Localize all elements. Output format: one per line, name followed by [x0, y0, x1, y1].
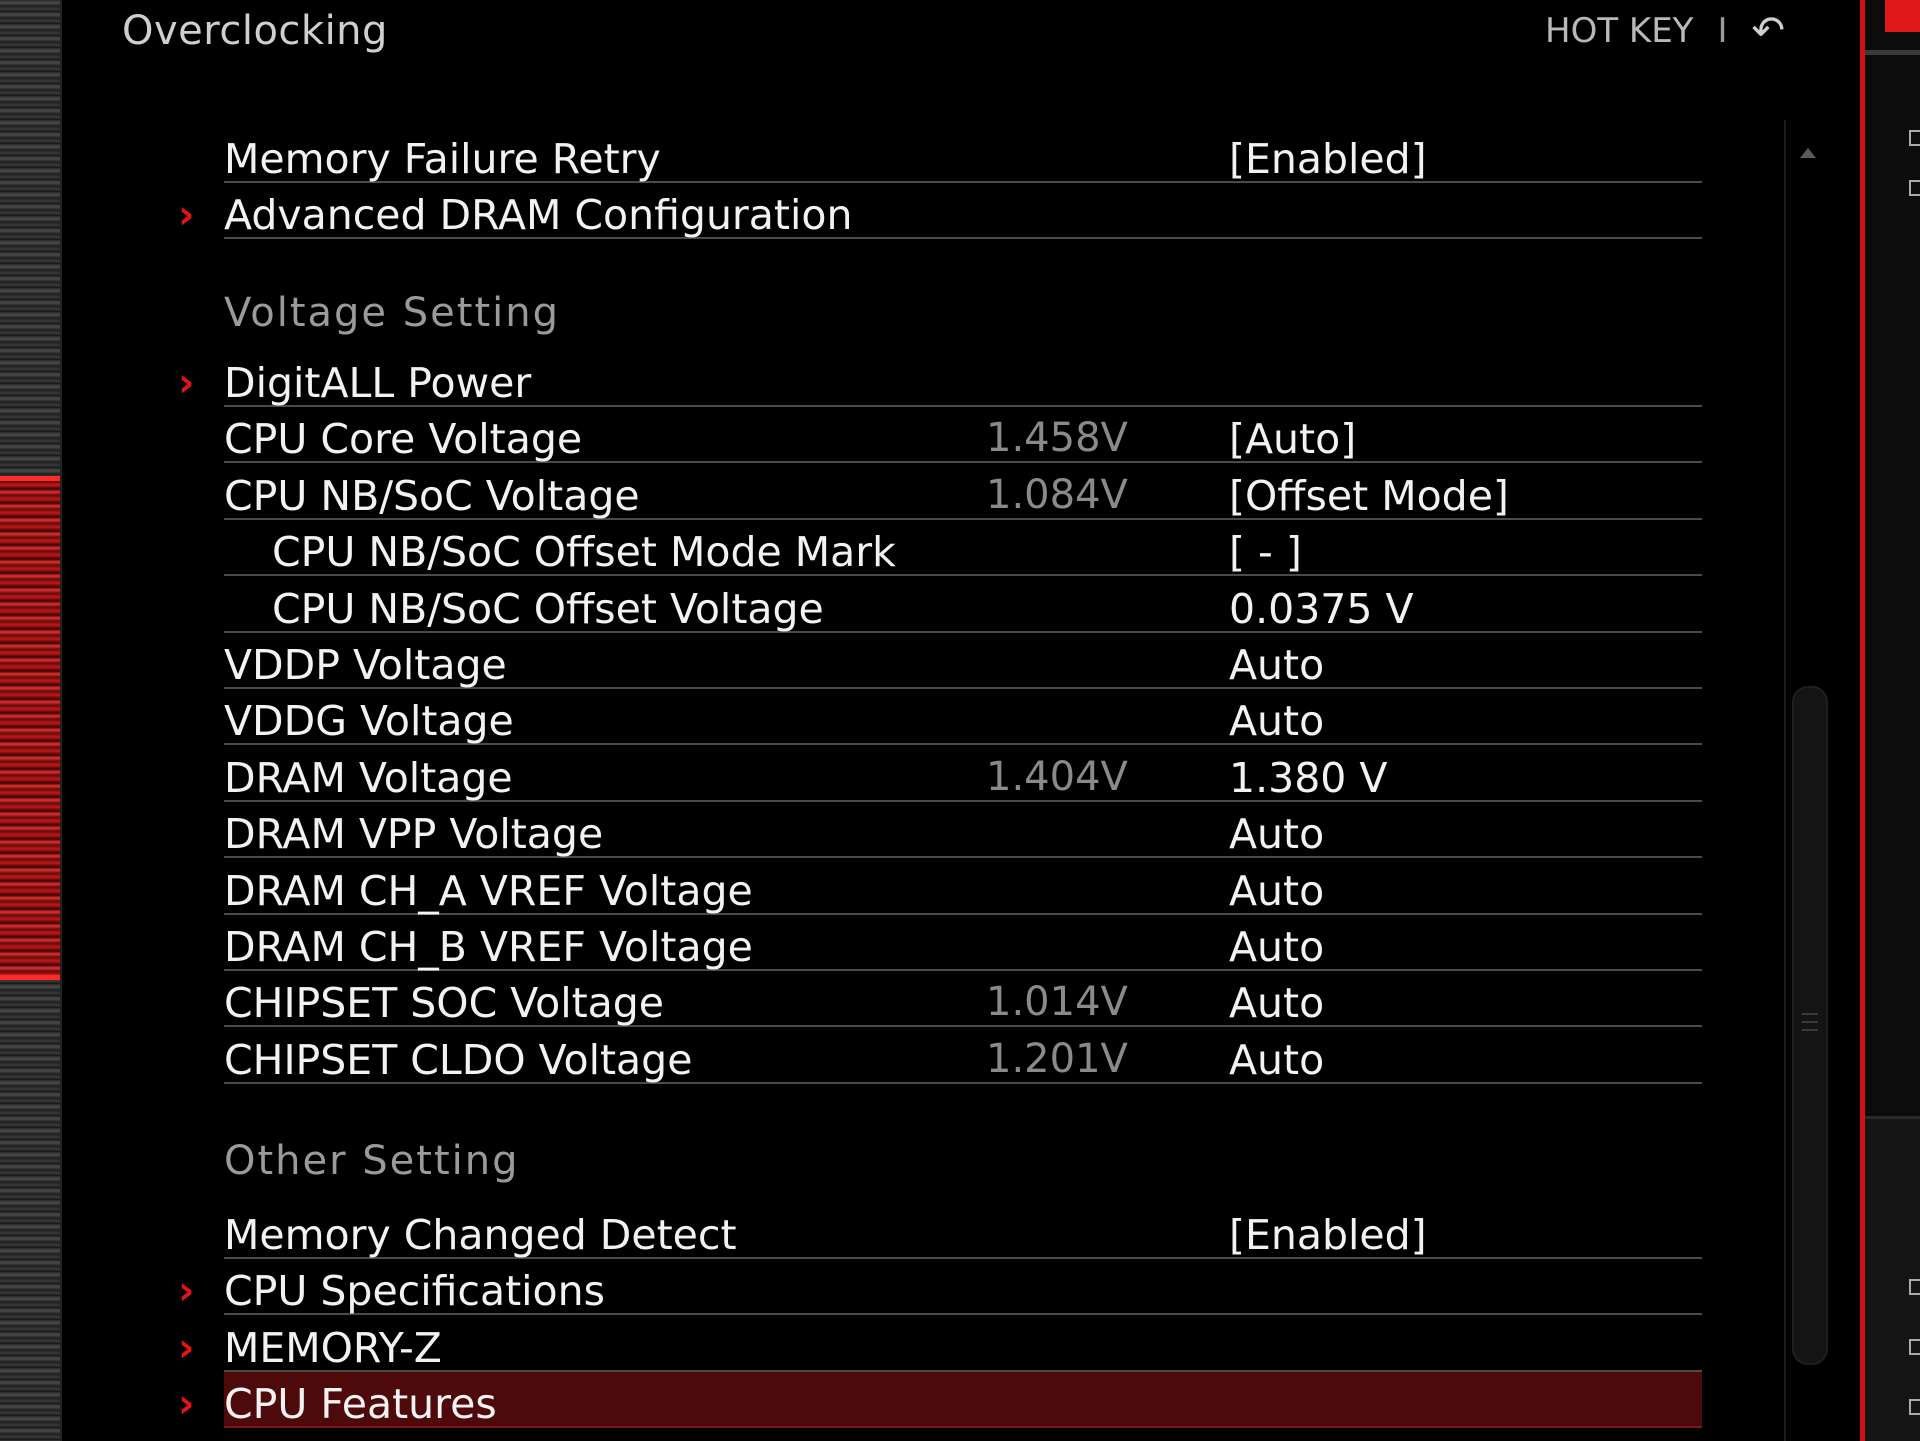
- right-bracket-icon: [1909, 1279, 1920, 1295]
- setting-label: CHIPSET CLDO Voltage: [224, 1035, 693, 1084]
- setting-label: Memory Changed Detect: [224, 1211, 737, 1259]
- setting-label: VDDG Voltage: [224, 697, 514, 746]
- setting-label: VDDP Voltage: [224, 641, 507, 689]
- current-reading: 1.084V: [986, 471, 1128, 518]
- right-panel-strip: [1860, 0, 1920, 1441]
- setting-value[interactable]: [Auto]: [1229, 415, 1356, 463]
- setting-row-digitall-power[interactable]: › DigitALL Power: [178, 351, 1702, 407]
- current-reading: 1.458V: [986, 415, 1128, 462]
- setting-row-cpu-nb-soc-offset-voltage[interactable]: CPU NB/SoC Offset Voltage 0.0375 V: [224, 577, 1702, 633]
- setting-value[interactable]: Auto: [1229, 641, 1324, 689]
- setting-label: CPU NB/SoC Voltage: [224, 471, 640, 520]
- setting-label: DRAM Voltage: [224, 753, 513, 802]
- setting-label: MEMORY-Z: [224, 1323, 442, 1372]
- setting-row-memory-z[interactable]: › MEMORY-Z: [178, 1316, 1702, 1372]
- section-other-setting: Other Setting: [224, 1138, 520, 1184]
- setting-value[interactable]: Auto: [1229, 1036, 1324, 1084]
- setting-value[interactable]: [Enabled]: [1229, 135, 1427, 183]
- right-divider: [1865, 50, 1920, 55]
- setting-row-advanced-dram-configuration[interactable]: › Advanced DRAM Configuration: [178, 183, 1702, 239]
- setting-row-vddg-voltage[interactable]: VDDG Voltage Auto: [224, 689, 1702, 746]
- chevron-right-icon: ›: [178, 1268, 195, 1315]
- setting-row-vddp-voltage[interactable]: VDDP Voltage Auto: [224, 633, 1702, 689]
- right-bracket-icon: [1909, 130, 1920, 146]
- chevron-right-icon: ›: [178, 1324, 195, 1371]
- chevron-right-icon: ›: [178, 360, 195, 406]
- setting-row-cpu-features[interactable]: › CPU Features: [178, 1372, 1702, 1429]
- scroll-grip: [1802, 1029, 1818, 1031]
- setting-value[interactable]: Auto: [1229, 697, 1324, 745]
- setting-value[interactable]: Auto: [1229, 923, 1324, 971]
- setting-row-cpu-nb-soc-offset-mode-mark[interactable]: CPU NB/SoC Offset Mode Mark [ - ]: [224, 520, 1702, 577]
- scrollbar-thumb[interactable]: [1792, 686, 1828, 1365]
- scrollbar[interactable]: [1784, 120, 1830, 1441]
- setting-value[interactable]: Auto: [1229, 810, 1324, 858]
- scroll-grip: [1802, 1021, 1818, 1023]
- chevron-right-icon: ›: [178, 192, 195, 238]
- setting-row-dram-vpp-voltage[interactable]: DRAM VPP Voltage Auto: [224, 802, 1702, 859]
- setting-value[interactable]: [Enabled]: [1229, 1211, 1427, 1259]
- chevron-right-icon: ›: [178, 1381, 195, 1428]
- right-red-tab[interactable]: [1885, 0, 1920, 32]
- setting-row-dram-voltage[interactable]: DRAM Voltage 1.404V 1.380 V: [224, 746, 1702, 802]
- setting-label: DRAM VPP Voltage: [224, 810, 604, 859]
- scroll-grip: [1802, 1013, 1818, 1015]
- setting-row-cpu-core-voltage[interactable]: CPU Core Voltage 1.458V [Auto]: [224, 407, 1702, 464]
- setting-label: DRAM CH_B VREF Voltage: [224, 923, 753, 971]
- setting-value[interactable]: Auto: [1229, 867, 1324, 915]
- right-bracket-icon: [1909, 1339, 1920, 1355]
- setting-value[interactable]: 0.0375 V: [1229, 585, 1414, 633]
- setting-row-chipset-cldo-voltage[interactable]: CHIPSET CLDO Voltage 1.201V Auto: [224, 1028, 1702, 1084]
- section-voltage-setting: Voltage Setting: [224, 290, 560, 336]
- setting-label: DigitALL Power: [224, 359, 532, 407]
- setting-row-cpu-nb-soc-voltage[interactable]: CPU NB/SoC Voltage 1.084V [Offset Mode]: [224, 464, 1702, 520]
- setting-row-dram-ch-b-vref-voltage[interactable]: DRAM CH_B VREF Voltage Auto: [224, 915, 1702, 971]
- setting-row-cpu-specifications[interactable]: › CPU Specifications: [178, 1259, 1702, 1316]
- setting-label: CHIPSET SOC Voltage: [224, 979, 665, 1028]
- setting-row-chipset-soc-voltage[interactable]: CHIPSET SOC Voltage 1.014V Auto: [224, 971, 1702, 1028]
- current-reading: 1.404V: [986, 753, 1128, 800]
- setting-label: Memory Failure Retry: [224, 135, 661, 183]
- setting-row-dram-ch-a-vref-voltage[interactable]: DRAM CH_A VREF Voltage Auto: [224, 859, 1702, 915]
- right-bracket-icon: [1909, 1399, 1920, 1415]
- setting-row-memory-failure-retry[interactable]: Memory Failure Retry [Enabled]: [224, 127, 1702, 183]
- setting-value[interactable]: [Offset Mode]: [1229, 472, 1509, 520]
- setting-label: CPU NB/SoC Offset Mode Mark: [272, 528, 896, 577]
- setting-row-memory-changed-detect[interactable]: Memory Changed Detect [Enabled]: [224, 1203, 1702, 1259]
- setting-label: Advanced DRAM Configuration: [224, 191, 853, 239]
- current-reading: 1.201V: [986, 1035, 1128, 1082]
- setting-label: CPU Core Voltage: [224, 415, 583, 464]
- setting-label: CPU Features: [224, 1380, 497, 1429]
- setting-value[interactable]: Auto: [1229, 979, 1324, 1027]
- setting-label: DRAM CH_A VREF Voltage: [224, 866, 753, 915]
- setting-value[interactable]: [ - ]: [1229, 528, 1302, 576]
- setting-value[interactable]: 1.380 V: [1229, 754, 1387, 802]
- current-reading: 1.014V: [986, 979, 1128, 1026]
- right-lower-panel: [1865, 1116, 1920, 1441]
- setting-label: CPU NB/SoC Offset Voltage: [272, 584, 824, 633]
- scroll-up-arrow-icon[interactable]: [1800, 148, 1816, 158]
- right-bracket-icon: [1909, 180, 1920, 196]
- bios-screen: Overclocking HOT KEY I ↶ Voltage Setting…: [0, 0, 1920, 1441]
- settings-list: Voltage Setting Other Setting Memory Fai…: [0, 0, 1840, 1441]
- setting-label: CPU Specifications: [224, 1267, 605, 1316]
